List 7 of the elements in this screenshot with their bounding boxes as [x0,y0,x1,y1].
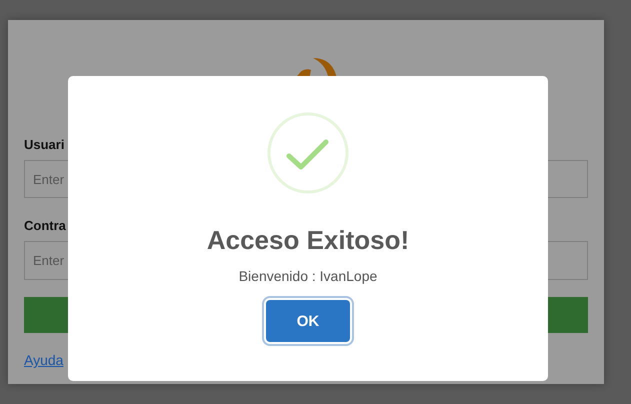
checkmark-icon [267,112,349,194]
dialog-title: Acceso Exitoso! [206,224,410,256]
ok-button[interactable]: OK [266,300,350,342]
dialog-message: Bienvenido : IvanLope [238,267,378,286]
help-link[interactable]: Ayuda [24,352,64,368]
username-label: Usuari [24,136,64,152]
password-label: Contra [24,218,66,234]
